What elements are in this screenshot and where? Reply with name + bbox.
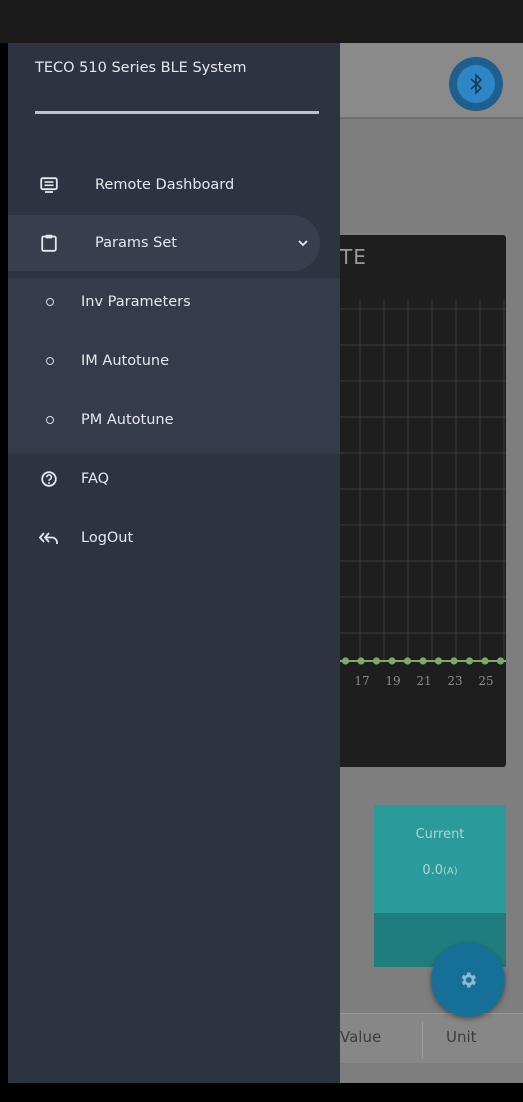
menu-label-remote-dashboard: Remote Dashboard <box>95 177 235 193</box>
x-tick-label: 23 <box>447 674 462 688</box>
x-tick-label: 21 <box>416 674 431 688</box>
menu-item-faq[interactable]: FAQ <box>8 451 340 507</box>
menu-label-faq: FAQ <box>81 471 110 487</box>
help-circle-icon <box>38 468 60 490</box>
data-point <box>465 657 474 665</box>
current-card: Current 0.0(A) <box>374 805 506 967</box>
data-point <box>434 657 443 665</box>
current-label: Current <box>415 827 465 842</box>
menu-item-im-autotune[interactable]: IM Autotune <box>8 333 340 389</box>
reply-all-icon <box>38 527 60 549</box>
drawer-divider <box>35 111 319 114</box>
current-number: 0.0 <box>422 863 444 878</box>
menu-label-im-autotune: IM Autotune <box>81 353 170 369</box>
column-header-unit: Unit <box>446 1028 477 1046</box>
data-point <box>450 657 458 665</box>
menu-item-pm-autotune[interactable]: PM Autotune <box>8 392 340 448</box>
data-point <box>419 657 427 665</box>
current-card-top <box>374 805 506 913</box>
gear-icon <box>461 972 476 988</box>
chart-card: 51719212325 TE rrent <box>326 235 506 767</box>
menu-item-logout[interactable]: LogOut <box>8 510 340 566</box>
data-point <box>388 657 396 665</box>
menu-label-pm-autotune: PM Autotune <box>81 412 174 428</box>
table-header: Value Unit <box>326 1013 523 1063</box>
status-bar <box>0 0 523 43</box>
navigation-drawer: TECO 510 Series BLE System Remote Dashbo… <box>8 43 340 1083</box>
navigation-bar <box>0 1083 523 1102</box>
bluetooth-icon <box>457 65 495 103</box>
menu-item-params-set[interactable]: Params Set <box>8 215 320 271</box>
drawer-title: TECO 510 Series BLE System <box>35 60 247 76</box>
current-value: 0.0(A) <box>374 863 506 878</box>
menu-item-remote-dashboard[interactable]: Remote Dashboard <box>8 157 340 213</box>
current-unit: (A) <box>443 866 458 877</box>
menu-label-params-set: Params Set <box>95 235 177 251</box>
menu-item-inv-parameters[interactable]: Inv Parameters <box>8 274 340 330</box>
chart-plot: 51719212325 <box>326 299 506 688</box>
data-point <box>357 657 365 665</box>
monitor-icon <box>38 174 60 196</box>
column-divider <box>422 1022 423 1058</box>
circle-icon <box>46 416 54 424</box>
menu-label-logout: LogOut <box>81 530 134 546</box>
circle-icon <box>46 298 54 306</box>
x-tick-label: 19 <box>385 674 400 688</box>
data-point <box>341 657 350 665</box>
bluetooth-button[interactable] <box>449 57 503 111</box>
column-header-value: Value <box>340 1028 382 1046</box>
menu-label-inv-parameters: Inv Parameters <box>81 294 191 310</box>
clipboard-icon <box>38 232 60 254</box>
chart-title: TE <box>340 245 367 269</box>
data-point <box>403 657 412 665</box>
data-point <box>481 657 489 665</box>
circle-icon <box>46 357 54 365</box>
data-point <box>372 657 381 665</box>
chevron-down-icon <box>298 236 308 251</box>
x-tick-label: 17 <box>354 674 369 688</box>
settings-fab[interactable] <box>431 943 505 1017</box>
x-tick-label: 25 <box>478 674 493 688</box>
data-point <box>496 657 505 665</box>
